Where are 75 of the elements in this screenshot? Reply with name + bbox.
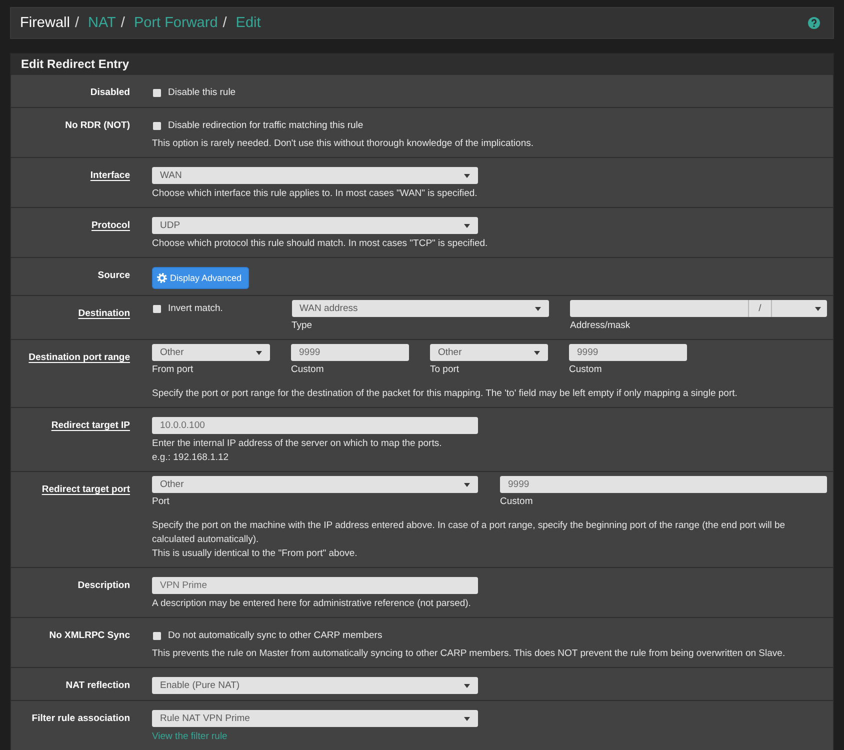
checkbox-label: Disable redirection for traffic matching this rule — [168, 118, 364, 132]
field-caption: Custom — [569, 363, 603, 377]
field-label: No XMLRPC Sync — [49, 630, 130, 641]
caret-icon — [256, 350, 262, 354]
help-text: Specify the port or port range for the destination of the packet for this mapping. The 'to' field may be left empty if only mapping a single port. — [152, 387, 738, 401]
caret-icon — [464, 482, 470, 486]
text-field[interactable]: 10.0.0.100 — [152, 417, 478, 434]
field-label-link[interactable]: Destination port range — [28, 352, 130, 363]
caret-icon — [464, 684, 470, 688]
dropdown-select[interactable]: WAN — [152, 167, 478, 184]
field-label-link[interactable]: Redirect target IP — [51, 420, 130, 431]
help-text: This is usually identical to the "From port" above. — [152, 547, 358, 561]
field-label: Description — [78, 580, 130, 591]
address-field[interactable] — [570, 300, 748, 317]
breadcrumb-item: Firewall — [20, 14, 70, 33]
mask-separator: / — [758, 302, 762, 314]
help-text: Choose which interface this rule applies to. In most cases "WAN" is specified. — [152, 187, 478, 201]
breadcrumb-link[interactable]: Port Forward — [134, 13, 218, 33]
caret-icon — [815, 306, 821, 310]
dropdown-select[interactable]: Other — [152, 476, 478, 493]
text-field[interactable]: 9999 — [569, 344, 687, 361]
breadcrumb-separator: / — [222, 14, 228, 33]
help-text: Choose which protocol this rule should match. In most cases "TCP" is specified. — [152, 237, 489, 251]
breadcrumb-separator: / — [74, 14, 80, 33]
dropdown-select[interactable]: Other — [152, 344, 270, 361]
checkbox[interactable] — [153, 304, 161, 312]
checkbox[interactable] — [153, 122, 161, 130]
field-label: NAT reflection — [66, 680, 130, 691]
checkbox-label: Invert match. — [168, 302, 223, 316]
dropdown-select[interactable]: Enable (Pure NAT) — [152, 677, 478, 694]
help-text: Enter the internal IP address of the server on which to map the ports. — [152, 437, 443, 451]
help-text: This option is rarely needed. Don't use this without thorough knowledge of the implications. — [152, 137, 535, 151]
text-field[interactable]: 9999 — [500, 476, 827, 493]
checkbox-label: Disable this rule — [168, 86, 236, 100]
breadcrumb-link[interactable]: NAT — [88, 13, 116, 33]
breadcrumb-link[interactable]: Edit — [236, 13, 261, 33]
breadcrumb-separator: / — [120, 14, 126, 33]
gear-icon — [157, 273, 167, 283]
field-label: Disabled — [90, 87, 130, 98]
field-label-link[interactable]: Redirect target port — [42, 484, 130, 495]
caret-icon — [534, 350, 540, 354]
field-caption: Type — [292, 319, 314, 333]
help-text: Specify the port on the machine with the IP address entered above. In case of a port range, specify the beginning port of the range (the end port will be calculated automatically). — [152, 519, 786, 547]
field-label: Filter rule association — [32, 713, 130, 724]
caret-icon — [534, 306, 540, 310]
display-advanced-button[interactable]: Display Advanced — [152, 267, 249, 289]
text-field[interactable]: VPN Prime — [152, 577, 478, 594]
field-label-link[interactable]: Protocol — [91, 220, 130, 231]
field-caption: Custom — [291, 363, 325, 377]
caret-icon — [464, 716, 470, 720]
checkbox[interactable] — [153, 632, 161, 640]
field-label-link[interactable]: Destination — [78, 308, 130, 319]
dropdown-select[interactable]: UDP — [152, 217, 478, 234]
field-label-link[interactable]: Interface — [90, 170, 130, 181]
filter-rule-link[interactable]: View the filter rule — [152, 730, 228, 744]
field-caption: To port — [430, 363, 460, 377]
help-icon[interactable] — [808, 17, 820, 29]
dropdown-select[interactable]: Rule NAT VPN Prime — [152, 710, 478, 727]
checkbox[interactable] — [153, 88, 161, 96]
field-label: Source — [98, 270, 130, 281]
checkbox-label: Do not automatically sync to other CARP members — [168, 628, 382, 642]
field-caption: From port — [152, 363, 194, 377]
text-field[interactable]: 9999 — [291, 344, 409, 361]
caret-icon — [464, 174, 470, 178]
field-caption: Address/mask — [570, 319, 632, 333]
help-text: e.g.: 192.168.1.12 — [152, 451, 230, 465]
field-caption: Custom — [500, 495, 534, 509]
field-label: No RDR (NOT) — [65, 120, 130, 131]
caret-icon — [464, 224, 470, 228]
panel-heading: Edit Redirect Entry — [11, 54, 833, 74]
dropdown-select[interactable]: WAN address — [292, 300, 548, 317]
help-text: A description may be entered here for administrative reference (not parsed). — [152, 597, 472, 611]
help-text: This prevents the rule on Master from automatically syncing to other CARP members. This does NOT prevent the rule from being overwritten on Slave. — [152, 647, 786, 661]
field-caption: Port — [152, 495, 170, 509]
dropdown-select[interactable]: Other — [430, 344, 548, 361]
